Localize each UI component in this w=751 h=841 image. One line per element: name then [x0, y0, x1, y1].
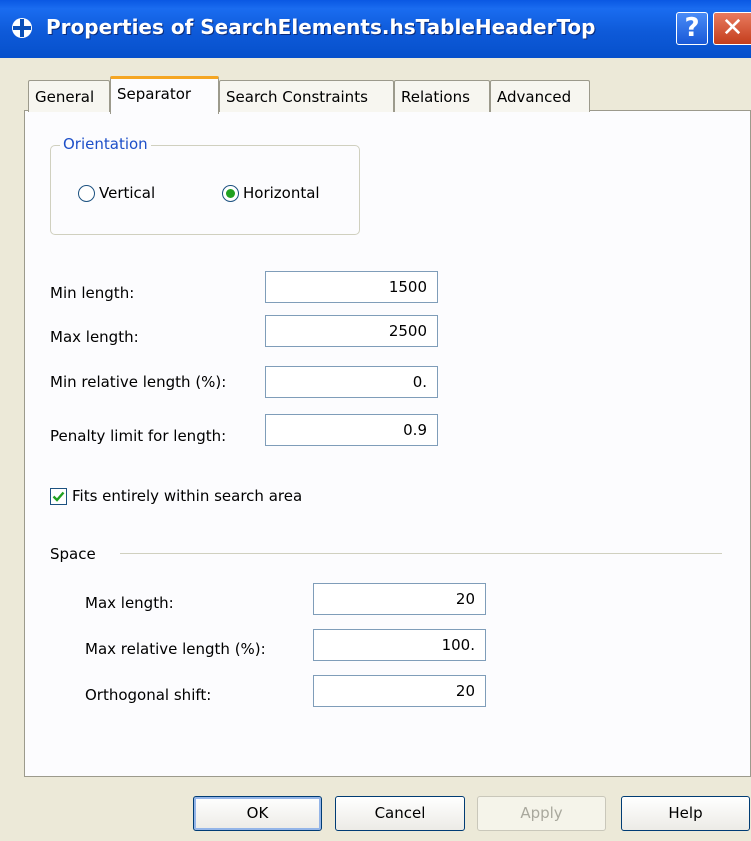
tab-advanced[interactable]: Advanced	[490, 80, 590, 112]
penalty-limit-field[interactable]: 0.9	[265, 414, 438, 446]
tab-search-constraints[interactable]: Search Constraints	[219, 80, 394, 112]
radio-vertical[interactable]: Vertical	[78, 182, 155, 204]
radio-horizontal[interactable]: Horizontal	[222, 182, 320, 204]
title-bar[interactable]: Properties of SearchElements.hsTableHead…	[0, 0, 751, 58]
min-length-label: Min length:	[50, 284, 135, 302]
checkbox-box[interactable]	[50, 487, 67, 505]
help-icon[interactable]: ?	[676, 12, 708, 45]
close-icon[interactable]: ✕	[713, 12, 751, 45]
tab-relations[interactable]: Relations	[394, 80, 490, 112]
apply-button[interactable]: Apply	[477, 796, 606, 831]
space-divider	[120, 553, 722, 554]
radio-button-checked[interactable]	[222, 184, 239, 202]
space-max-length-field[interactable]: 20	[313, 583, 486, 615]
window-title: Properties of SearchElements.hsTableHead…	[46, 15, 596, 39]
tab-separator[interactable]: Separator	[110, 76, 219, 114]
radio-label: Horizontal	[243, 184, 320, 202]
orthogonal-shift-field[interactable]: 20	[313, 675, 486, 707]
radio-button[interactable]	[78, 184, 95, 202]
radio-label: Vertical	[99, 184, 156, 202]
min-length-field[interactable]: 1500	[265, 271, 438, 303]
max-length-field[interactable]: 2500	[265, 315, 438, 347]
orthogonal-shift-label: Orthogonal shift:	[85, 686, 212, 704]
orientation-legend: Orientation	[60, 135, 151, 153]
max-length-label: Max length:	[50, 328, 139, 346]
min-relative-length-label: Min relative length (%):	[50, 373, 227, 391]
fits-within-search-area-checkbox[interactable]: Fits entirely within search area	[50, 487, 302, 505]
cancel-button[interactable]: Cancel	[335, 796, 465, 831]
ok-button[interactable]: OK	[193, 796, 322, 831]
penalty-limit-label: Penalty limit for length:	[50, 427, 227, 445]
space-max-relative-length-label: Max relative length (%):	[85, 640, 266, 658]
checkbox-label: Fits entirely within search area	[72, 487, 303, 505]
app-icon	[12, 18, 32, 38]
tab-general[interactable]: General	[28, 80, 110, 112]
min-relative-length-field[interactable]: 0.	[265, 366, 438, 398]
space-heading: Space	[50, 545, 96, 563]
check-icon	[52, 491, 65, 502]
space-max-relative-length-field[interactable]: 100.	[313, 629, 486, 661]
help-button[interactable]: Help	[621, 796, 750, 831]
space-max-length-label: Max length:	[85, 594, 174, 612]
